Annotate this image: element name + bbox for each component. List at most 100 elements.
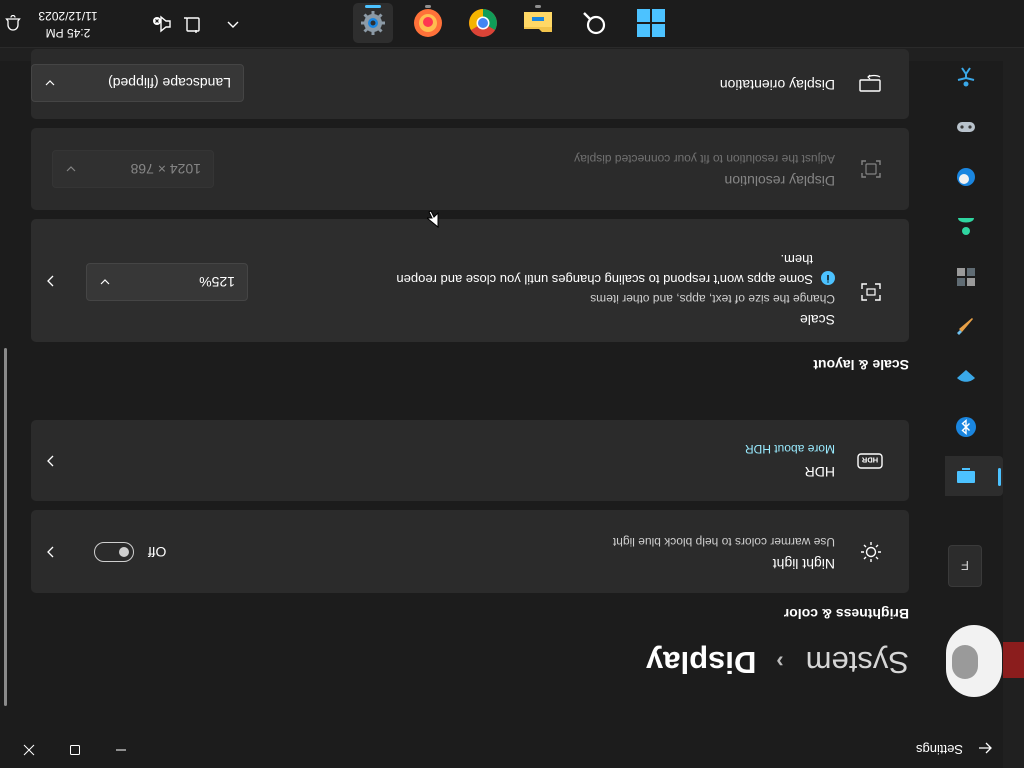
nav-item-bluetooth[interactable] [945,407,1003,447]
running-indicator [425,5,431,8]
more-about-hdr-link[interactable]: More about HDR [745,442,835,456]
scale-value: 125% [199,274,235,290]
taskbar-file-explorer[interactable] [518,3,558,43]
night-light-toggle-label: Off [148,544,167,560]
settings-window: Settings F System › Display Brightness &… [0,49,1003,768]
maximize-button[interactable] [52,732,98,768]
taskbar-start-button[interactable] [631,3,671,43]
scale-subtitle: Change the size of text, apps, and other… [590,292,835,306]
close-icon [23,744,35,756]
svg-text:HDR: HDR [861,456,878,465]
accessibility-icon [957,67,975,87]
scale-icon [861,283,881,301]
scale-card[interactable]: Scale Change the size of text, apps, and… [31,219,909,342]
info-icon: i [821,271,835,285]
nav-item-time-language[interactable] [945,157,1003,197]
taskbar: 2:45 PM 11/12/2023 [0,0,1024,48]
chevron-down-icon [45,80,55,86]
breadcrumb-system[interactable]: System [806,644,909,680]
navigation-pane: F [945,61,1003,732]
nav-item-apps[interactable] [945,257,1003,297]
taskbar-search-button[interactable] [574,3,614,43]
chevron-down-icon [66,166,76,172]
resolution-value: 1024 × 768 [130,161,201,177]
time-language-icon [957,168,975,186]
accounts-icon [958,218,974,235]
resolution-card[interactable]: Display resolution Adjust the resolution… [31,128,909,210]
display-settings-page: System › Display Brightness & color Nigh… [22,49,909,732]
close-button[interactable] [6,732,52,768]
hdr-card[interactable]: HDR HDR More about HDR [31,420,909,501]
orientation-dropdown[interactable]: Landscape (flipped) [31,64,244,102]
brightness-color-heading: Brightness & color [783,606,909,622]
scale-warning-line1: Some apps won't respond to scaling chang… [396,272,813,287]
taskbar-chrome[interactable] [463,3,503,43]
nav-item-accounts[interactable] [945,207,1003,247]
scale-title: Scale [799,312,835,328]
night-light-subtitle: Use warmer colors to help block blue lig… [612,535,835,549]
brightness-icon [861,542,881,562]
night-light-toggle[interactable] [94,542,134,562]
nav-item-personalization[interactable] [945,307,1003,347]
personalization-icon [957,318,973,335]
orientation-value: Landscape (flipped) [108,75,231,91]
running-indicator [535,5,541,8]
tray-network-button[interactable] [181,13,203,35]
nav-item-system[interactable] [945,456,1003,496]
apps-icon [957,268,975,286]
chevron-right-icon[interactable] [43,453,59,469]
resolution-title: Display resolution [724,173,836,189]
chevron-right-icon[interactable] [43,544,59,560]
hdr-title: HDR [804,464,835,480]
orientation-title: Display orientation [719,77,835,93]
notifications-button[interactable] [2,13,24,35]
bell-icon [5,15,21,31]
find-setting-input[interactable]: F [948,545,982,587]
settings-gear-icon [361,11,385,35]
title-bar: Settings [0,732,1003,768]
active-indicator [365,5,381,8]
avatar[interactable] [946,625,1002,697]
resolution-subtitle: Adjust the resolution to fit your connec… [574,152,835,166]
night-light-card[interactable]: Night light Use warmer colors to help bl… [31,510,909,593]
chevron-right-icon[interactable] [43,273,59,289]
file-explorer-icon [524,12,552,32]
scale-layout-heading: Scale & layout [813,357,909,373]
app-title: Settings [916,742,963,757]
network-icon [957,370,975,382]
tray-volume-button[interactable] [151,13,173,35]
back-arrow-icon[interactable] [977,740,993,756]
taskbar-clock[interactable]: 2:45 PM 11/12/2023 [28,7,108,41]
resolution-dropdown[interactable]: 1024 × 768 [52,150,214,188]
bluetooth-icon [956,417,976,437]
nav-item-accessibility[interactable] [945,57,1003,97]
mouse-cursor [427,210,439,228]
breadcrumb: System › Display [646,640,909,684]
find-setting-text: F [961,558,969,574]
minimize-icon [116,749,126,751]
nav-item-network[interactable] [945,357,1003,397]
maximize-icon [70,745,80,755]
scrollbar[interactable] [4,348,7,706]
search-icon [583,12,606,35]
chevron-down-icon [100,279,110,285]
windows-start-icon [637,9,665,37]
nav-item-gaming[interactable] [945,107,1003,147]
tray-overflow-button[interactable] [222,13,244,35]
resolution-icon [861,160,881,178]
network-status-icon [184,17,200,33]
screen: Settings F System › Display Brightness &… [0,0,1024,768]
orientation-icon [859,74,881,92]
chrome-icon [469,9,497,37]
taskbar-settings[interactable] [353,3,393,43]
volume-muted-icon [153,15,171,33]
page-title: Display [646,645,757,680]
scale-dropdown[interactable]: 125% [86,263,248,301]
breadcrumb-separator: › [776,650,784,675]
hdr-icon: HDR [857,453,883,469]
minimize-button[interactable] [98,732,144,768]
taskbar-firefox[interactable] [408,3,448,43]
orientation-card[interactable]: Display orientation Landscape (flipped) [31,49,909,119]
desktop-background-accent [1003,642,1024,678]
night-light-title: Night light [772,556,835,572]
